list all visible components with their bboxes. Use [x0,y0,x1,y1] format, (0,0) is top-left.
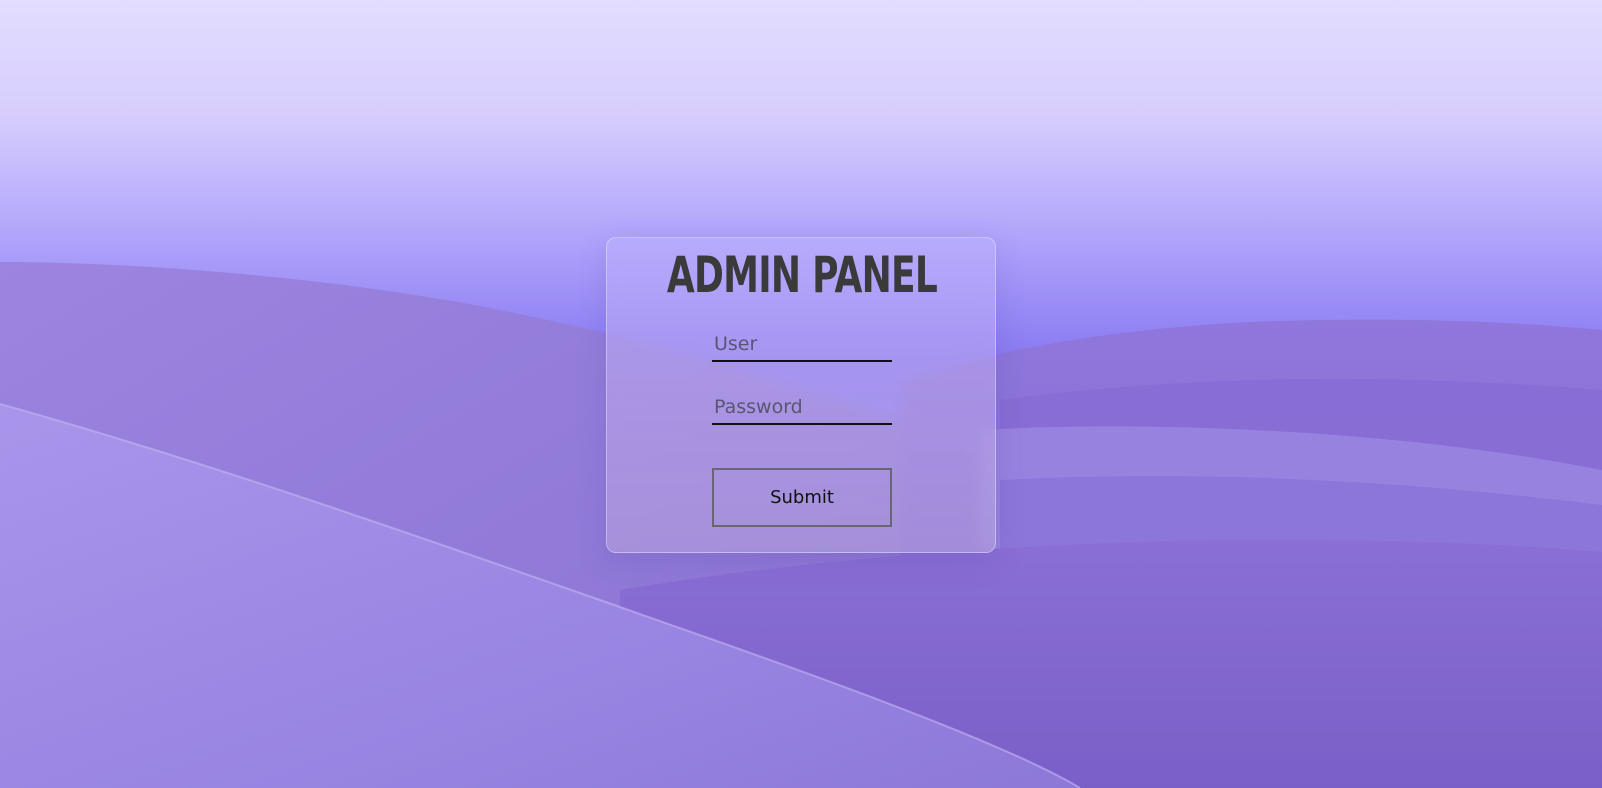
password-input[interactable] [712,391,892,425]
login-page: ADMIN PANEL Submit [0,0,1602,788]
submit-button[interactable]: Submit [712,468,892,527]
login-panel: ADMIN PANEL Submit [606,237,996,553]
user-input[interactable] [712,328,892,362]
panel-title: ADMIN PANEL [666,246,938,304]
